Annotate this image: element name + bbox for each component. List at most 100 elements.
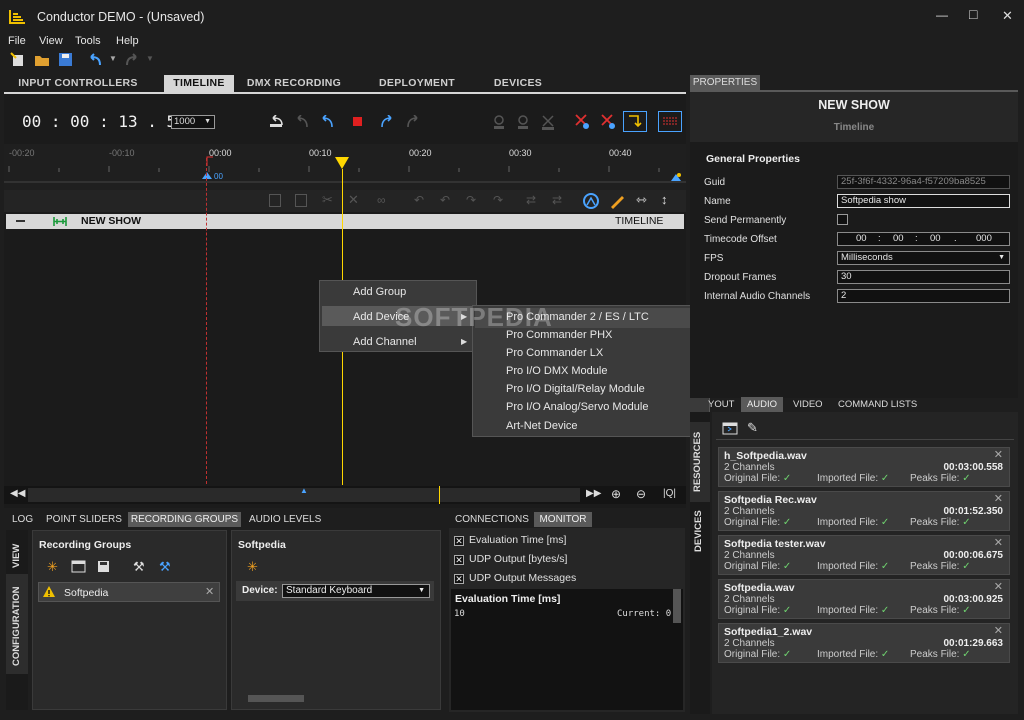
forward-icon[interactable] <box>380 115 396 129</box>
properties-tab[interactable]: PROPERTIES <box>690 75 760 90</box>
snap-toggle-icon[interactable] <box>623 111 647 132</box>
open-folder-icon[interactable] <box>34 52 50 67</box>
track-header[interactable]: NEW SHOW TIMELINE <box>6 214 684 229</box>
tab-input-controllers[interactable]: INPUT CONTROLLERS <box>10 75 146 92</box>
end-marker-icon[interactable] <box>670 172 682 182</box>
audio-file-card[interactable]: h_Softpedia.wav ✕ 2 Channels 00:03:00.558 Or… <box>718 447 1010 487</box>
audio-file-card[interactable]: Softpedia1_2.wav ✕ 2 Channels 00:01:29.663 O… <box>718 623 1010 663</box>
audio-file-card[interactable]: Softpedia.wav ✕ 2 Channels 00:03:00.925 Orig… <box>718 579 1010 619</box>
zoom-fit-icon[interactable]: |Q| <box>663 488 676 499</box>
tab-log[interactable]: LOG <box>12 514 33 525</box>
save-icon[interactable] <box>58 52 73 67</box>
settings-icon[interactable]: ⚒ <box>133 559 145 575</box>
tab-command-lists[interactable]: COMMAND LISTS <box>838 399 917 410</box>
timeline-scrollbar[interactable]: ◀◀ ▲ ▶▶ ⊕ ⊖ |Q| <box>4 486 686 504</box>
remove-file-icon[interactable]: ✕ <box>994 492 1003 505</box>
rate-select[interactable]: 1000 ▼ <box>171 115 215 129</box>
group-list-item[interactable]: Softpedia ✕ <box>38 582 220 602</box>
select-tool-icon[interactable] <box>582 192 600 210</box>
rewind-icon[interactable] <box>318 115 334 129</box>
tab-layout[interactable]: YOUT <box>708 399 734 410</box>
remove-group-icon[interactable]: ✕ <box>205 585 214 598</box>
zoom-out-icon[interactable]: ⊖ <box>636 487 646 501</box>
menu-help[interactable]: Help <box>116 35 139 47</box>
device-option[interactable]: Pro Commander LX <box>506 347 603 359</box>
undo-dropdown-icon[interactable]: ▼ <box>109 54 117 63</box>
go-start-icon[interactable] <box>268 115 284 129</box>
tab-audio[interactable]: AUDIO <box>741 397 783 412</box>
scroll-start-icon[interactable]: ◀◀ <box>10 488 25 499</box>
settings-alt-icon[interactable]: ⚒ <box>159 559 171 575</box>
device-option[interactable]: Pro I/O Digital/Relay Module <box>506 383 645 395</box>
menu-tools[interactable]: Tools <box>75 35 101 47</box>
name-field[interactable]: Softpedia show <box>837 194 1010 208</box>
zoom-in-icon[interactable]: ⊕ <box>611 487 621 501</box>
tab-video[interactable]: VIDEO <box>793 399 823 410</box>
fps-select[interactable]: Milliseconds ▼ <box>837 251 1010 265</box>
clean-icon[interactable]: ✎ <box>747 420 758 436</box>
side-tab-configuration[interactable]: CONFIGURATION <box>6 574 28 674</box>
tab-devices[interactable]: DEVICES <box>488 75 548 92</box>
audio-channels-field[interactable]: 2 <box>837 289 1010 303</box>
device-select[interactable]: Standard Keyboard ▼ <box>282 584 430 598</box>
record-all-icon[interactable] <box>600 113 616 130</box>
horizontal-scrollbar[interactable] <box>248 695 304 702</box>
save-group-icon[interactable] <box>97 560 110 573</box>
new-file-icon[interactable] <box>10 52 26 67</box>
record-arm-icon[interactable] <box>574 113 590 130</box>
ruler[interactable]: -00:20 -00:10 00:00 00:10 00:20 00:30 00… <box>4 144 686 190</box>
device-option[interactable]: Art-Net Device <box>506 420 578 432</box>
vertical-resize-icon[interactable]: ↕ <box>661 192 668 207</box>
device-option[interactable]: Pro I/O DMX Module <box>506 365 607 377</box>
minimize-button[interactable]: — <box>936 8 948 22</box>
send-permanently-checkbox[interactable] <box>837 214 848 225</box>
remove-file-icon[interactable]: ✕ <box>994 624 1003 637</box>
scroll-end-icon[interactable]: ▶▶ <box>586 488 601 499</box>
remove-file-icon[interactable]: ✕ <box>994 448 1003 461</box>
stop-icon[interactable] <box>353 117 362 126</box>
tab-monitor[interactable]: MONITOR <box>534 512 592 527</box>
open-group-icon[interactable] <box>71 560 86 573</box>
side-tab-devices[interactable]: DEVICES <box>690 502 710 552</box>
remove-file-icon[interactable]: ✕ <box>994 536 1003 549</box>
tab-point-sliders[interactable]: POINT SLIDERS <box>46 514 122 525</box>
remove-file-icon[interactable]: ✕ <box>994 580 1003 593</box>
tab-deployment[interactable]: DEPLOYMENT <box>374 75 460 92</box>
dropout-frames-field[interactable]: 30 <box>837 270 1010 284</box>
playhead-handle-icon[interactable] <box>335 157 349 169</box>
close-button[interactable]: ✕ <box>1002 8 1013 24</box>
menu-item-add-group[interactable]: Add Group <box>353 286 406 298</box>
new-group-icon[interactable]: ✳ <box>47 559 58 575</box>
collapse-icon[interactable] <box>16 220 25 222</box>
audio-file-card[interactable]: Softpedia Rec.wav ✕ 2 Channels 00:01:52.350… <box>718 491 1010 531</box>
monitor-check-row[interactable]: ✕ UDP Output Messages <box>454 572 576 584</box>
maximize-button[interactable]: □ <box>969 6 977 22</box>
add-device-icon[interactable]: ✳ <box>247 559 258 575</box>
monitor-check-row[interactable]: ✕ UDP Output [bytes/s] <box>454 553 567 565</box>
side-tab-view[interactable]: VIEW <box>6 530 28 574</box>
loop-toggle-icon[interactable] <box>658 111 682 132</box>
checkbox-checked-icon[interactable]: ✕ <box>454 574 464 584</box>
monitor-check-row[interactable]: ✕ Evaluation Time [ms] <box>454 534 566 546</box>
guid-field[interactable]: 25f-3f6f-4332-96a4-f57209ba8525 <box>837 175 1010 189</box>
menu-view[interactable]: View <box>39 35 63 47</box>
timecode-offset-field[interactable]: 00 : 00 : 00 . 000 <box>837 232 1010 246</box>
tab-dmx-recording[interactable]: DMX RECORDING <box>244 75 344 92</box>
graph-scrollbar[interactable] <box>673 589 681 623</box>
tab-connections[interactable]: CONNECTIONS <box>455 514 529 525</box>
tab-audio-levels[interactable]: AUDIO LEVELS <box>249 514 321 525</box>
tab-timeline[interactable]: TIMELINE <box>164 75 234 92</box>
import-icon[interactable] <box>722 421 738 435</box>
menu-item-add-channel[interactable]: Add Channel <box>353 336 417 348</box>
tab-recording-groups[interactable]: RECORDING GROUPS <box>128 512 241 527</box>
side-tab-resources[interactable]: RESOURCES <box>690 422 710 502</box>
audio-file-card[interactable]: Softpedia tester.wav ✕ 2 Channels 00:00:06.… <box>718 535 1010 575</box>
horizontal-resize-icon[interactable]: ⇿ <box>636 192 647 208</box>
checkbox-checked-icon[interactable]: ✕ <box>454 536 464 546</box>
checkbox-checked-icon[interactable]: ✕ <box>454 555 464 565</box>
start-marker-icon[interactable] <box>201 170 213 180</box>
menu-file[interactable]: File <box>8 35 26 47</box>
pencil-icon[interactable] <box>608 192 626 210</box>
device-option[interactable]: Pro I/O Analog/Servo Module <box>506 401 648 413</box>
undo-icon[interactable] <box>87 52 103 67</box>
